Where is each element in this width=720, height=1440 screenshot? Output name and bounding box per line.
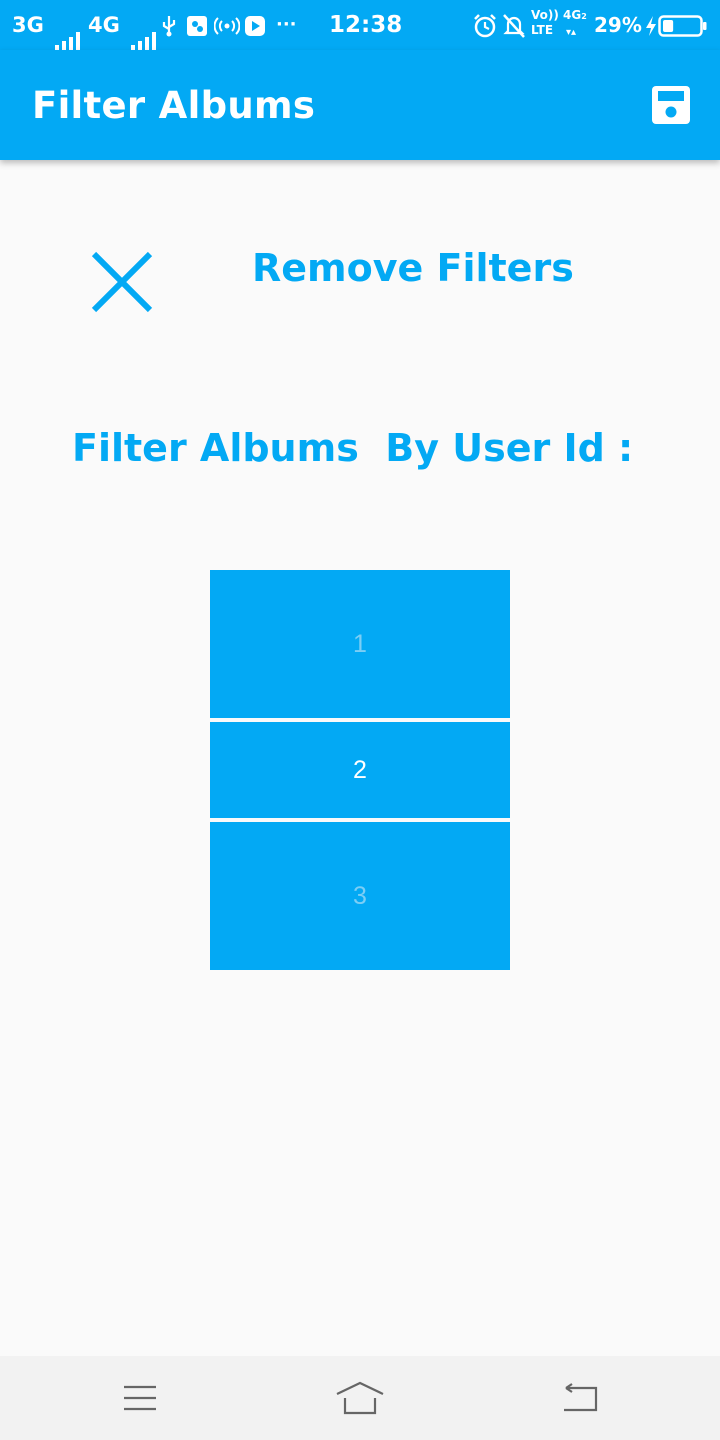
usb-icon [160, 0, 178, 50]
charging-icon [644, 0, 658, 50]
hotspot-icon [214, 0, 240, 50]
menu-icon [124, 1385, 156, 1411]
mute-icon [502, 0, 526, 50]
net-4g-indicator: 4G2 ▾▴ [563, 8, 587, 38]
save-button[interactable] [646, 80, 696, 130]
save-icon [652, 86, 690, 124]
status-bar: 3G 4G ··· 12:38 Vo)) LTE 4G2 ▾▴ 29% [0, 0, 720, 51]
back-button[interactable] [550, 1374, 610, 1422]
network-3g: 3G [12, 0, 83, 51]
alarm-icon [472, 0, 498, 50]
volte-bottom-label: LTE [531, 23, 554, 37]
menu-button[interactable] [110, 1374, 170, 1422]
user-id-picker[interactable]: 1 2 3 [210, 570, 510, 970]
battery-icon [658, 0, 708, 50]
picker-item-3[interactable]: 3 [210, 822, 510, 970]
clock: 12:38 [329, 12, 403, 38]
filter-section-title: Filter Albums By User Id : [72, 426, 634, 470]
volte-indicator: Vo)) LTE [531, 8, 559, 42]
volte-top-label: Vo)) [531, 8, 559, 22]
back-icon [564, 1383, 598, 1412]
app-toolbar: Filter Albums [0, 50, 720, 160]
play-icon [244, 0, 266, 50]
system-nav-bar [0, 1356, 720, 1440]
page-title: Filter Albums [32, 84, 316, 127]
battery-percent: 29% [594, 13, 642, 37]
signal-bars-icon [131, 1, 159, 51]
app-notification-icon [186, 0, 208, 50]
picker-item-1[interactable]: 1 [210, 570, 510, 718]
signal-bars-icon [55, 1, 83, 51]
close-icon[interactable] [88, 248, 156, 316]
picker-item-selected[interactable]: 2 [210, 722, 510, 818]
more-notifications: ··· [276, 14, 297, 35]
net-4g-sub-label: 2 [581, 12, 587, 21]
network-3g-label: 3G [12, 13, 44, 37]
net-4g-label: 4G [563, 8, 582, 22]
remove-filters-button[interactable]: Remove Filters [252, 246, 574, 290]
network-4g-label: 4G [88, 13, 120, 37]
home-button[interactable] [330, 1374, 390, 1422]
network-4g: 4G [88, 0, 159, 51]
home-icon [336, 1381, 384, 1415]
